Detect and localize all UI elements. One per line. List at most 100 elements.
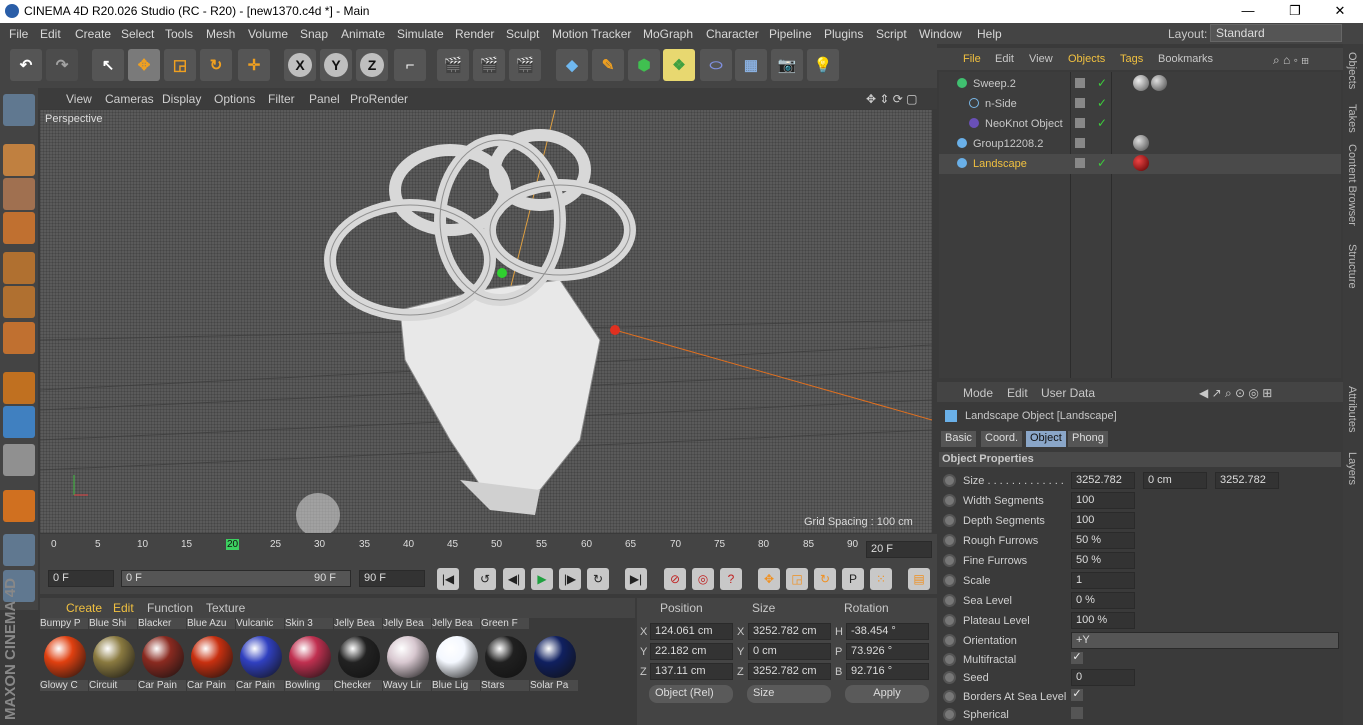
menu-plugins[interactable]: Plugins [824,27,863,41]
material-tag-icon[interactable] [1133,75,1149,91]
start-frame-field[interactable]: 0 F [48,570,114,587]
model-mode-icon[interactable] [3,144,35,176]
scale-input[interactable]: 1 [1071,572,1135,589]
previous-key-icon[interactable]: ↺ [474,568,496,590]
light-icon[interactable]: 💡 [807,49,839,81]
material-swatch[interactable]: Green F Stars [481,618,529,698]
apply-button[interactable]: Apply [845,685,929,703]
edges-mode-icon[interactable] [3,286,35,318]
rotation-h-field[interactable]: -38.454 ° [846,623,929,640]
autokeying-icon[interactable]: ◎ [692,568,714,590]
menu-sculpt[interactable]: Sculpt [506,27,539,41]
axis-mode-icon[interactable] [3,372,35,404]
render-settings-icon[interactable]: 🎬 [509,49,541,81]
position-x-field[interactable]: 124.061 cm [650,623,733,640]
tab-phong[interactable]: Phong [1068,431,1108,447]
pen-spline-icon[interactable]: ✎ [592,49,624,81]
material-swatch[interactable]: Bumpy P Glowy C [40,618,88,698]
menu-tools[interactable]: Tools [165,27,193,41]
timeline-current-tick[interactable]: 20 [226,539,240,550]
rotation-p-field[interactable]: 73.926 ° [846,643,929,660]
object-row-sweep[interactable]: Sweep.2 ✓ [939,74,1341,94]
timeline-window-icon[interactable]: ▤ [908,568,930,590]
sea-level-input[interactable]: 0 % [1071,592,1135,609]
size-mode-dropdown[interactable]: Size [747,685,831,703]
position-z-field[interactable]: 137.11 cm [650,663,733,680]
visibility-icon[interactable] [1075,138,1085,148]
snapping-icon[interactable] [3,444,35,476]
minimize-button[interactable]: — [1225,0,1271,23]
attributes-menu-edit[interactable]: Edit [1007,386,1028,400]
side-tab-objects[interactable]: Objects [1346,52,1358,89]
tweak-mode-icon[interactable] [3,406,35,438]
magnet-icon[interactable] [3,490,35,522]
menu-render[interactable]: Render [455,27,494,41]
record-position-icon[interactable]: ✥ [758,568,780,590]
preview-range-slider[interactable]: 0 F 90 F [121,570,351,587]
goto-end-icon[interactable]: ▶| [625,568,647,590]
enabled-check-icon[interactable]: ✓ [1097,156,1107,170]
viewport-menu-prorender[interactable]: ProRender [350,92,408,106]
layout-dropdown[interactable]: Standard [1210,24,1342,42]
keyframe-selection-icon[interactable]: ? [720,568,742,590]
undo-icon[interactable]: ↶ [10,49,42,81]
material-swatch[interactable]: Jelly Bea Wavy Lir [383,618,431,698]
timeline-ruler[interactable]: 0 5 10 15 20 25 30 35 40 45 50 55 60 65 … [40,534,937,564]
move-tool-icon[interactable]: ✥ [128,49,160,81]
menu-select[interactable]: Select [121,27,154,41]
material-swatch[interactable]: Vulcanic Car Pain [236,618,284,698]
next-key-icon[interactable]: ↻ [587,568,609,590]
material-swatch[interactable]: Blue Shi Circuit [89,618,137,698]
polygons-mode-icon[interactable] [3,322,35,354]
restore-button[interactable]: ❐ [1272,0,1318,23]
object-row-group[interactable]: Group12208.2 [939,134,1341,154]
visibility-icon[interactable] [1075,78,1085,88]
record-active-objects-icon[interactable]: ⊘ [664,568,686,590]
borders-at-sea-level-checkbox[interactable]: ✓ [1071,689,1083,701]
rotate-tool-icon[interactable]: ↻ [200,49,232,81]
make-editable-icon[interactable] [3,94,35,126]
menu-animate[interactable]: Animate [341,27,385,41]
menu-window[interactable]: Window [919,27,962,41]
side-tab-content-browser[interactable]: Content Browser [1346,144,1358,226]
position-y-field[interactable]: 22.182 cm [650,643,733,660]
orientation-dropdown[interactable]: +Y [1071,632,1339,649]
menu-script[interactable]: Script [876,27,907,41]
objects-menu-view[interactable]: View [1029,53,1053,65]
redo-icon[interactable]: ↷ [46,49,78,81]
size-x-field[interactable]: 3252.782 cm [748,623,831,640]
attributes-nav-icons[interactable]: ◀ ↗ ⌕ ⊙ ◎ ⊞ [1199,386,1272,401]
cloner-icon[interactable]: ❖ [663,49,695,81]
viewport-menu-cameras[interactable]: Cameras [105,92,154,106]
solo-icon[interactable] [3,534,35,566]
material-swatch[interactable]: Jelly Bea Blue Lig [432,618,480,698]
enabled-check-icon[interactable]: ✓ [1097,116,1107,130]
next-frame-icon[interactable]: |▶ [559,568,581,590]
floor-icon[interactable]: ▦ [735,49,767,81]
object-row-landscape[interactable]: Landscape ✓ [939,154,1341,174]
seed-input[interactable]: 0 [1071,669,1135,686]
size-y-field[interactable]: 0 cm [748,643,831,660]
perspective-viewport[interactable]: Perspective Grid Spacing : 100 cm [40,110,932,533]
object-row-nside[interactable]: n-Side ✓ [939,94,1341,114]
y-axis-lock-button[interactable]: Y [320,49,352,81]
tab-basic[interactable]: Basic [941,431,976,447]
workplane-mode-icon[interactable] [3,212,35,244]
objects-menu-objects[interactable]: Objects [1068,53,1105,65]
z-axis-lock-button[interactable]: Z [356,49,388,81]
rotation-b-field[interactable]: 92.716 ° [846,663,929,680]
menu-help[interactable]: Help [977,27,1002,41]
enabled-check-icon[interactable]: ✓ [1097,96,1107,110]
end-frame-field[interactable]: 90 F [359,570,425,587]
visibility-icon[interactable] [1075,118,1085,128]
menu-create[interactable]: Create [75,27,111,41]
play-icon[interactable]: ▶ [531,568,553,590]
object-manager-search-icon[interactable]: ⌕ ⌂ ◦ ⊞ [1273,53,1309,68]
width-segments-input[interactable]: 100 [1071,492,1135,509]
record-rotation-icon[interactable]: ↻ [814,568,836,590]
side-tab-attributes[interactable]: Attributes [1346,386,1358,432]
goto-start-icon[interactable]: |◀ [437,568,459,590]
transform-tool-icon[interactable]: ✛ [238,49,270,81]
attributes-menu-user-data[interactable]: User Data [1041,386,1095,400]
texture-mode-icon[interactable] [3,178,35,210]
